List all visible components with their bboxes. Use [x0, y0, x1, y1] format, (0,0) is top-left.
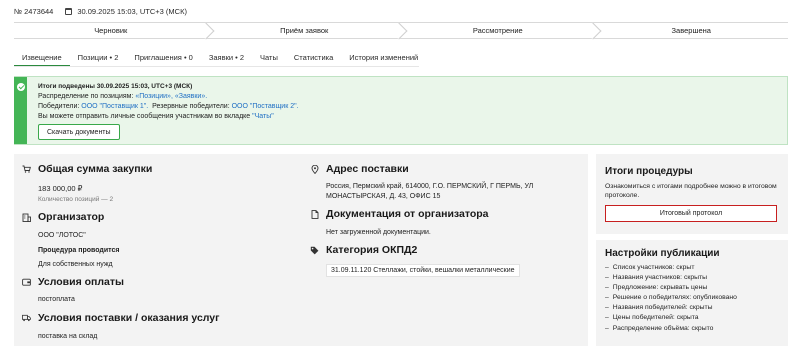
procedure-purpose-value: Для собственных нужд — [38, 261, 113, 268]
list-item: Список участников: скрыт — [605, 263, 737, 273]
payment-value: постоплата — [38, 296, 75, 303]
address-heading: Адрес поставки — [310, 163, 409, 175]
check-circle-icon — [17, 83, 25, 91]
sum-heading: Общая сумма закупки — [22, 163, 152, 175]
okpd-title: Категория ОКПД2 — [326, 244, 418, 256]
publication-title: Настройки публикации — [605, 248, 720, 259]
tab-statistics[interactable]: Статистика — [286, 49, 341, 67]
tab-notice[interactable]: Извещение — [14, 49, 70, 67]
banner-body: Итоги подведены 30.09.2025 15:03, UTC+3 … — [38, 82, 299, 122]
location-pin-icon — [310, 164, 319, 174]
list-item: Цены победителей: скрыта — [605, 313, 737, 323]
documentation-value: Нет загруженной документации. — [326, 229, 431, 236]
truck-icon — [22, 314, 31, 323]
okpd-heading: Категория ОКПД2 — [310, 244, 417, 256]
datetime-text: 30.09.2025 15:03, UTC+3 (МСК) — [77, 6, 187, 16]
tab-invitations[interactable]: Приглашения • 0 — [126, 49, 200, 67]
tab-bids[interactable]: Заявки • 2 — [201, 49, 252, 67]
document-icon — [310, 209, 319, 219]
sum-title: Общая сумма закупки — [38, 163, 153, 175]
procedure-number: № 2473644 — [14, 6, 54, 16]
link-chats[interactable]: "Чаты" — [252, 113, 274, 120]
final-protocol-button[interactable]: Итоговый протокол — [605, 205, 777, 222]
results-title: Итоги процедуры — [605, 166, 693, 177]
banner-accent — [14, 77, 27, 144]
okpd-category-chip: 31.09.11.120 Стеллажи, стойки, вешалки м… — [326, 264, 520, 277]
reserve-label: Резервные победители: — [148, 103, 232, 110]
results-text: Ознакомиться с итогами подробнее можно в… — [605, 183, 777, 199]
link-positions-bids[interactable]: «Позиции», «Заявки». — [135, 93, 207, 100]
tab-bar: Извещение Позиции • 2 Приглашения • 0 За… — [14, 49, 426, 67]
results-card: Итоги процедуры Ознакомиться с итогами п… — [596, 154, 788, 234]
tab-history[interactable]: История изменений — [341, 49, 426, 67]
organizer-name-link[interactable]: ООО "ЛОТОС" — [38, 232, 86, 239]
banner-title: Итоги подведены 30.09.2025 15:03, UTC+3 … — [38, 83, 193, 90]
delivery-heading: Условия поставки / оказания услуг — [22, 312, 220, 324]
list-item: Распределение объёма: скрыто — [605, 324, 737, 334]
tab-positions[interactable]: Позиции • 2 — [70, 49, 127, 67]
payment-heading: Условия оплаты — [22, 276, 124, 288]
delivery-value: поставка на склад — [38, 333, 98, 340]
download-documents-button[interactable]: Скачать документы — [38, 124, 120, 140]
list-item: Названия победителей: скрыты — [605, 303, 737, 313]
results-banner: Итоги подведены 30.09.2025 15:03, UTC+3 … — [14, 76, 788, 145]
link-reserve-winner[interactable]: ООО "Поставщик 2". — [232, 103, 299, 110]
procedure-datetime: 30.09.2025 15:03, UTC+3 (МСК) — [65, 7, 187, 16]
calendar-icon — [65, 7, 73, 15]
procedure-purpose-label: Процедура проводится — [38, 247, 120, 254]
procedure-header: № 2473644 30.09.2025 15:03, UTC+3 (МСК) — [14, 5, 187, 17]
sum-value: 183 000,00 ₽ — [38, 184, 83, 193]
tag-icon — [310, 246, 319, 255]
list-item: Решение о победителях: опубликовано — [605, 293, 737, 303]
positions-count: Количество позиций — 2 — [38, 196, 114, 203]
banner-line-distribution: Распределение по позициям: «Позиции», «З… — [38, 92, 299, 102]
organizer-title: Организатор — [38, 211, 105, 223]
organizer-heading: Организатор — [22, 211, 104, 223]
status-stepper: Черновик Приём заявок Рассмотрение Завер… — [14, 22, 788, 39]
step-completed: Завершена — [671, 26, 711, 35]
delivery-title: Условия поставки / оказания услуг — [38, 312, 220, 324]
documentation-heading: Документация от организатора — [310, 208, 489, 220]
procedure-info-card: Общая сумма закупки 183 000,00 ₽ Количес… — [14, 154, 588, 346]
step-draft: Черновик — [14, 23, 208, 38]
list-item: Предложение: скрывать цены — [605, 283, 737, 293]
address-line-1: Россия, Пермский край, 614000, Г.О. ПЕРМ… — [326, 183, 534, 190]
banner-line2-prefix: Победители: — [38, 103, 82, 110]
address-title: Адрес поставки — [326, 163, 409, 175]
cart-icon — [22, 165, 31, 174]
building-icon — [22, 213, 31, 222]
banner-line-winners: Победители: ООО "Поставщик 1". Резервные… — [38, 102, 299, 112]
tab-chats[interactable]: Чаты — [252, 49, 286, 67]
step-receiving: Приём заявок — [208, 23, 402, 38]
banner-line3-prefix: Вы можете отправить личные сообщения уча… — [38, 113, 253, 120]
tabs-divider — [14, 66, 419, 67]
publication-settings-card: Настройки публикации Список участников: … — [596, 240, 788, 346]
list-item: Названия участников: скрыты — [605, 273, 737, 283]
banner-line-chats: Вы можете отправить личные сообщения уча… — [38, 112, 299, 122]
documentation-title: Документация от организатора — [326, 208, 489, 220]
link-winner[interactable]: ООО "Поставщик 1". — [81, 103, 148, 110]
address-line-2: МОНАСТЫРСКАЯ, Д. 43, ОФИС 15 — [326, 193, 441, 200]
wallet-icon — [22, 278, 31, 287]
banner-line1-prefix: Распределение по позициям: — [38, 93, 136, 100]
step-review: Рассмотрение — [401, 23, 595, 38]
payment-title: Условия оплаты — [38, 276, 124, 288]
publication-settings-list: Список участников: скрыт Названия участн… — [605, 263, 737, 334]
